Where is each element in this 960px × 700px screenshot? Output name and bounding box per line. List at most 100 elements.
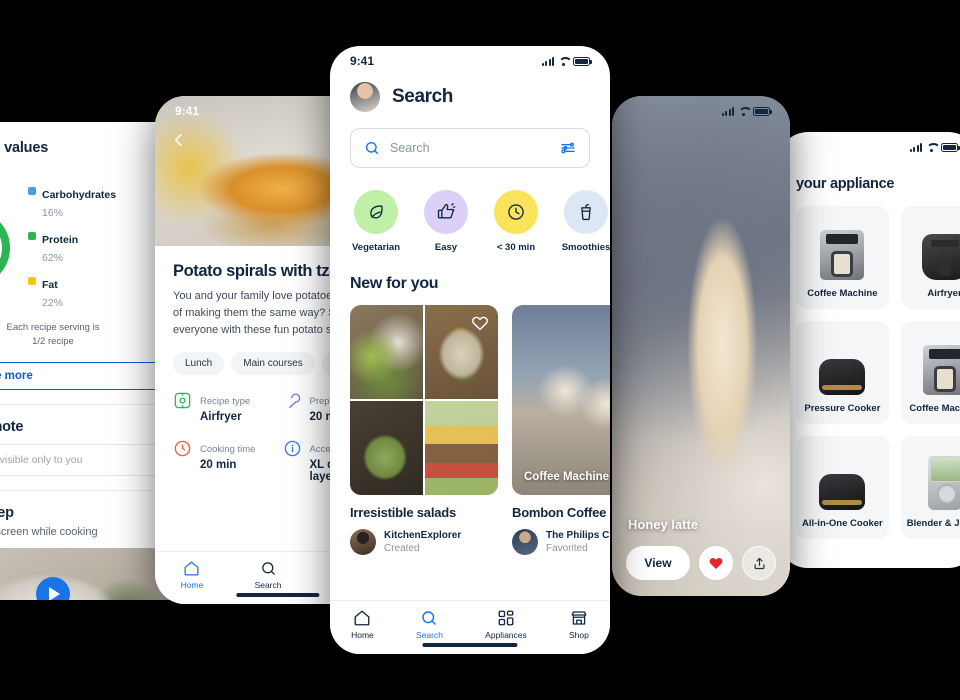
meta-cooking-time: Cooking time 20 min [173,439,273,483]
play-icon[interactable] [36,576,70,600]
screenshot-stage: Nutritional values Energy 538 kcal/servi… [0,0,960,700]
airfryer-icon [173,391,192,410]
personal-note-input[interactable]: This note is visible only to you [0,443,176,476]
sliders-icon[interactable] [560,140,576,156]
legend-item: Protein 62% [28,230,116,266]
tab-home[interactable]: Home [181,560,203,590]
tab-search[interactable]: Search [416,609,443,640]
wifi-icon [926,143,937,152]
battery-icon [573,56,592,66]
author-name: The Philips Chef [546,530,610,541]
category-label: Smoothies [561,242,610,253]
tab-home[interactable]: Home [351,609,374,640]
appliance-card[interactable]: Airfryer [900,206,960,309]
tab-label: Home [351,630,374,640]
info-icon [283,439,302,458]
tab-search[interactable]: Search [255,560,282,590]
like-button[interactable] [699,546,733,580]
card-author: KitchenExplorer Created [350,529,498,555]
blender-icon [907,448,960,510]
status-time: 9:41 [175,104,200,118]
legend-swatch-protein [28,232,36,240]
chip-main-courses[interactable]: Main courses [231,352,315,376]
latte-caption: Honey latte [628,517,699,532]
share-button[interactable] [742,546,776,580]
legend-pct-carbs: 16% [42,207,64,219]
legend-label-fat: Fat [42,279,58,291]
legend-swatch-carbs [28,187,36,195]
personal-note-title: Personal note [0,418,24,435]
wifi-icon [558,57,569,66]
appliance-card[interactable]: All-in-One Cooker [796,436,889,539]
appliance-label: All-in-One Cooker [802,518,883,529]
search-header: Search [330,76,610,112]
chip-lunch[interactable]: Lunch [173,352,225,376]
collage-tile [350,401,423,495]
appliances-phone: your appliance Coffee Machine Airfryer P… [778,132,960,568]
avatar [512,529,538,555]
legend-item: Carbohydrates 16% [28,185,116,221]
category-under-30-min[interactable]: < 30 min [490,190,542,253]
cellular-icon [541,56,554,66]
legend-item: Fat 22% [28,275,116,311]
page-title: Search [392,86,453,107]
collage-tile [350,305,423,399]
meta-value: 20 min [200,459,237,472]
leaf-icon [354,190,398,234]
show-me-more-button[interactable]: Show me more [0,361,176,390]
author-status: Created [384,543,420,554]
appliance-card[interactable]: Blender & Juicer [900,436,960,539]
nutrition-subtitle: Energy [0,161,176,173]
battery-icon [753,106,772,116]
thumbs-up-icon [424,190,468,234]
latte-action-bar: View [626,546,776,580]
smoothie-glass-icon [564,190,608,234]
appliance-label: Pressure Cooker [804,403,881,414]
category-label: Vegetarian [351,242,401,253]
appliance-card[interactable]: Coffee Machine [796,206,889,309]
back-icon[interactable] [171,132,187,148]
status-icons [909,142,960,152]
category-label: < 30 min [496,242,536,253]
cellular-icon [909,142,922,152]
status-bar: 9:41 [330,46,610,76]
tab-label: Appliances [485,630,527,640]
user-avatar[interactable] [350,82,380,112]
card-irresistible-salads[interactable]: Irresistible salads KitchenExplorer Crea… [350,305,498,555]
tab-shop[interactable]: Shop [569,609,589,640]
home-indicator [422,643,518,647]
cooking-video-thumbnail[interactable] [0,547,176,600]
status-time: 9:41 [350,54,375,68]
search-phone: 9:41 Search Search Vegetarian Easy < 30 … [330,46,610,654]
card-author: The Philips Chef Favorited [512,529,610,555]
appliance-card[interactable]: Coffee Machine [900,321,960,424]
appliances-grid: Coffee Machine Airfryer Pressure Cooker … [778,192,960,539]
search-placeholder: Search [390,141,430,155]
whisk-icon [283,391,302,410]
category-chips: Vegetarian Easy < 30 min Smoothies [330,168,610,253]
status-icons [721,106,772,116]
appliance-label: Blender & Juicer [906,518,960,529]
clock-icon [494,190,538,234]
category-easy[interactable]: Easy [420,190,472,253]
view-button[interactable]: View [626,546,690,580]
tab-label: Shop [568,630,589,640]
legend-pct-protein: 62% [42,252,64,264]
status-bar [778,132,960,162]
tab-label: Search [416,630,443,640]
category-smoothies[interactable]: Smoothies [560,190,610,253]
search-icon [364,140,380,156]
meta-value: Airfryer [200,411,242,424]
category-vegetarian[interactable]: Vegetarian [350,190,402,253]
card-image: Coffee Machine [512,305,610,495]
wifi-icon [738,107,749,116]
card-bombon-coffee[interactable]: Coffee Machine Bombon Coffee The Philips… [512,305,610,555]
tab-appliances[interactable]: Appliances [485,609,527,640]
appliance-label: Airfryer [927,288,960,299]
appliances-title: your appliance [796,176,895,192]
meta-recipe-type: Recipe type Airfryer [173,391,273,423]
heart-outline-icon[interactable] [471,314,489,332]
appliance-card[interactable]: Pressure Cooker [796,321,889,424]
search-input[interactable]: Search [350,128,590,168]
author-name: KitchenExplorer [384,530,462,541]
